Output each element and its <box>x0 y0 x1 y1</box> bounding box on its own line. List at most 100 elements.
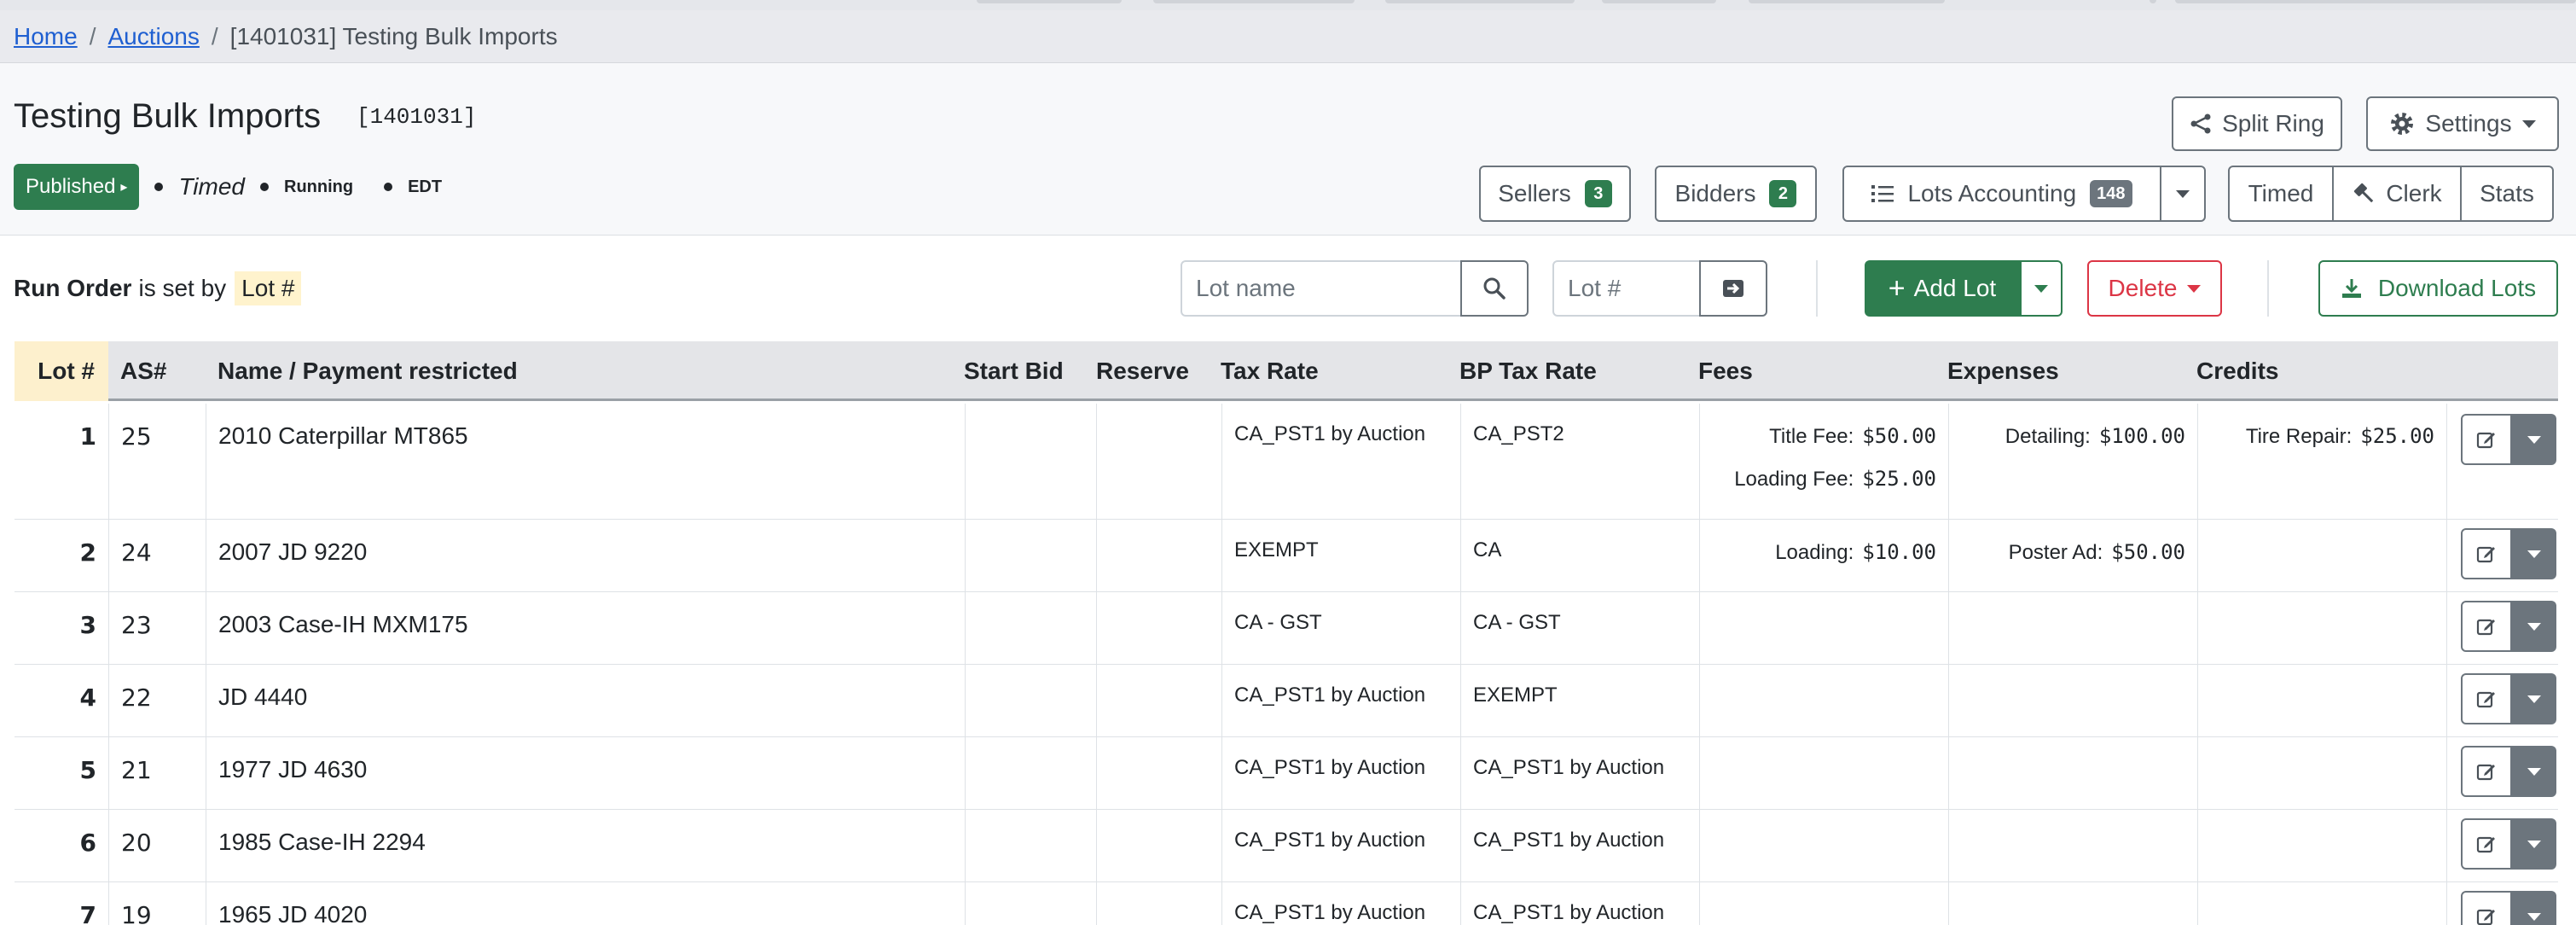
timed-label: Timed <box>2248 180 2314 207</box>
lot-name-search-input[interactable]: Lot name <box>1181 260 1462 317</box>
edit-lot-button[interactable] <box>2461 818 2512 870</box>
column-header-name[interactable]: Name / Payment restricted <box>218 341 518 401</box>
start-bid-cell <box>966 665 1097 736</box>
lot-name-cell-text: 2007 JD 9220 <box>218 538 368 565</box>
credits-cell <box>2198 737 2447 809</box>
money-value: $10.00 <box>1862 540 1936 564</box>
money-value: $50.00 <box>2111 540 2185 564</box>
run-order-label: Run Order <box>14 275 132 301</box>
lot-number-cell-text: 1 <box>79 422 96 451</box>
row-action-group <box>2461 414 2556 465</box>
column-header-fees[interactable]: Fees <box>1698 341 1753 401</box>
chevron-down-icon <box>2176 189 2190 198</box>
lots-accounting-button[interactable]: Lots Accounting 148 <box>1842 166 2161 222</box>
lot-number-cell-text: 2 <box>79 538 96 567</box>
tax-rate-cell-text: CA_PST1 by Auction <box>1234 829 1426 852</box>
row-dropdown-button[interactable] <box>2512 673 2556 724</box>
auction-header: Testing Bulk Imports [1401031] Published… <box>0 63 2576 236</box>
stats-view-button[interactable]: Stats <box>2460 166 2554 222</box>
delete-button[interactable]: Delete <box>2087 260 2222 317</box>
bp-tax-rate-cell: EXEMPT <box>1461 665 1700 736</box>
table-row: 1 25 2010 Caterpillar MT865 CA_PST1 by Auct… <box>15 404 2558 520</box>
money-label: Loading: <box>1775 541 1854 564</box>
lot-name-cell: 2007 JD 9220 <box>206 520 966 591</box>
clerk-label: Clerk <box>2386 180 2442 207</box>
money-entry: Loading Fee: $25.00 <box>1734 467 1936 492</box>
lot-number-cell: 7 <box>15 882 109 925</box>
table-row: 5 21 1977 JD 4630 CA_PST1 by Auction CA_PST1… <box>15 737 2558 810</box>
row-dropdown-button[interactable] <box>2512 414 2556 465</box>
row-dropdown-button[interactable] <box>2512 746 2556 797</box>
reserve-cell <box>1097 737 1222 809</box>
chevron-down-icon <box>2034 284 2048 293</box>
lot-number-cell: 1 <box>15 404 109 519</box>
toolbar-divider <box>2267 260 2269 317</box>
row-action-group <box>2461 673 2556 724</box>
add-lot-dropdown[interactable] <box>2020 260 2063 317</box>
auction-id: [1401031] <box>357 104 477 130</box>
bidders-button[interactable]: Bidders 2 <box>1655 166 1817 222</box>
download-lots-button[interactable]: Download Lots <box>2318 260 2558 317</box>
breadcrumb-separator: / <box>89 22 96 49</box>
edit-icon <box>2476 836 2495 853</box>
reserve-cell <box>1097 592 1222 664</box>
as-number-cell: 21 <box>109 737 206 809</box>
edit-lot-button[interactable] <box>2461 601 2512 652</box>
chevron-down-icon <box>2527 622 2541 631</box>
reserve-cell <box>1097 665 1222 736</box>
expenses-cell <box>1949 592 2198 664</box>
bp-tax-rate-cell: CA_PST1 by Auction <box>1461 737 1700 809</box>
credits-cell <box>2198 810 2447 881</box>
as-number-cell-text: 25 <box>121 422 152 451</box>
lot-number-cell-text: 5 <box>79 756 96 784</box>
row-dropdown-button[interactable] <box>2512 528 2556 579</box>
column-header-lot-number[interactable]: Lot # <box>15 341 108 401</box>
fees-cell <box>1700 665 1949 736</box>
search-button[interactable] <box>1460 260 1529 317</box>
edit-lot-button[interactable] <box>2461 528 2512 579</box>
split-ring-button[interactable]: Split Ring <box>2172 96 2342 151</box>
run-order-text: is set by <box>138 275 227 301</box>
start-bid-cell <box>966 520 1097 591</box>
bullet-dot <box>384 183 393 191</box>
timed-view-button[interactable]: Timed <box>2228 166 2334 222</box>
lot-number-cell: 2 <box>15 520 109 591</box>
fees-cell: Loading: $10.00 <box>1700 520 1949 591</box>
column-header-bp-tax-rate[interactable]: BP Tax Rate <box>1459 341 1597 401</box>
edit-lot-button[interactable] <box>2461 673 2512 724</box>
settings-button[interactable]: Settings <box>2366 96 2559 151</box>
lots-accounting-dropdown[interactable] <box>2160 166 2206 222</box>
lot-name-cell: JD 4440 <box>206 665 966 736</box>
lot-number-input[interactable]: Lot # <box>1552 260 1701 317</box>
column-header-reserve[interactable]: Reserve <box>1096 341 1189 401</box>
column-header-expenses[interactable]: Expenses <box>1947 341 2059 401</box>
add-lot-split-button: + Add Lot <box>1865 260 2063 317</box>
download-icon <box>2341 279 2361 298</box>
column-header-start-bid[interactable]: Start Bid <box>964 341 1064 401</box>
edit-lot-button[interactable] <box>2461 746 2512 797</box>
chevron-down-icon <box>2527 912 2541 921</box>
column-header-tax-rate[interactable]: Tax Rate <box>1221 341 1319 401</box>
published-label: Published <box>26 175 116 198</box>
column-header-credits[interactable]: Credits <box>2196 341 2278 401</box>
sellers-label: Sellers <box>1498 180 1571 207</box>
edit-lot-button[interactable] <box>2461 891 2512 925</box>
tax-rate-cell-text: CA_PST1 by Auction <box>1234 901 1426 924</box>
breadcrumb-auctions-link[interactable]: Auctions <box>107 23 199 50</box>
column-header-as-number[interactable]: AS# <box>120 341 166 401</box>
breadcrumb-home-link[interactable]: Home <box>14 23 78 50</box>
edit-lot-button[interactable] <box>2461 414 2512 465</box>
clerk-view-button[interactable]: Clerk <box>2332 166 2462 222</box>
sellers-button[interactable]: Sellers 3 <box>1479 166 1631 222</box>
row-dropdown-button[interactable] <box>2512 818 2556 870</box>
go-to-lot-button[interactable] <box>1699 260 1767 317</box>
row-dropdown-button[interactable] <box>2512 891 2556 925</box>
edit-icon <box>2476 546 2495 563</box>
add-lot-button[interactable]: + Add Lot <box>1865 260 2020 317</box>
tax-rate-cell: CA_PST1 by Auction <box>1222 810 1461 881</box>
row-dropdown-button[interactable] <box>2512 601 2556 652</box>
published-status-button[interactable]: Published ▸ <box>14 164 140 210</box>
money-value: $100.00 <box>2098 424 2185 448</box>
bp-tax-rate-cell-text: CA_PST2 <box>1473 422 1564 445</box>
tax-rate-cell: CA_PST1 by Auction <box>1222 665 1461 736</box>
